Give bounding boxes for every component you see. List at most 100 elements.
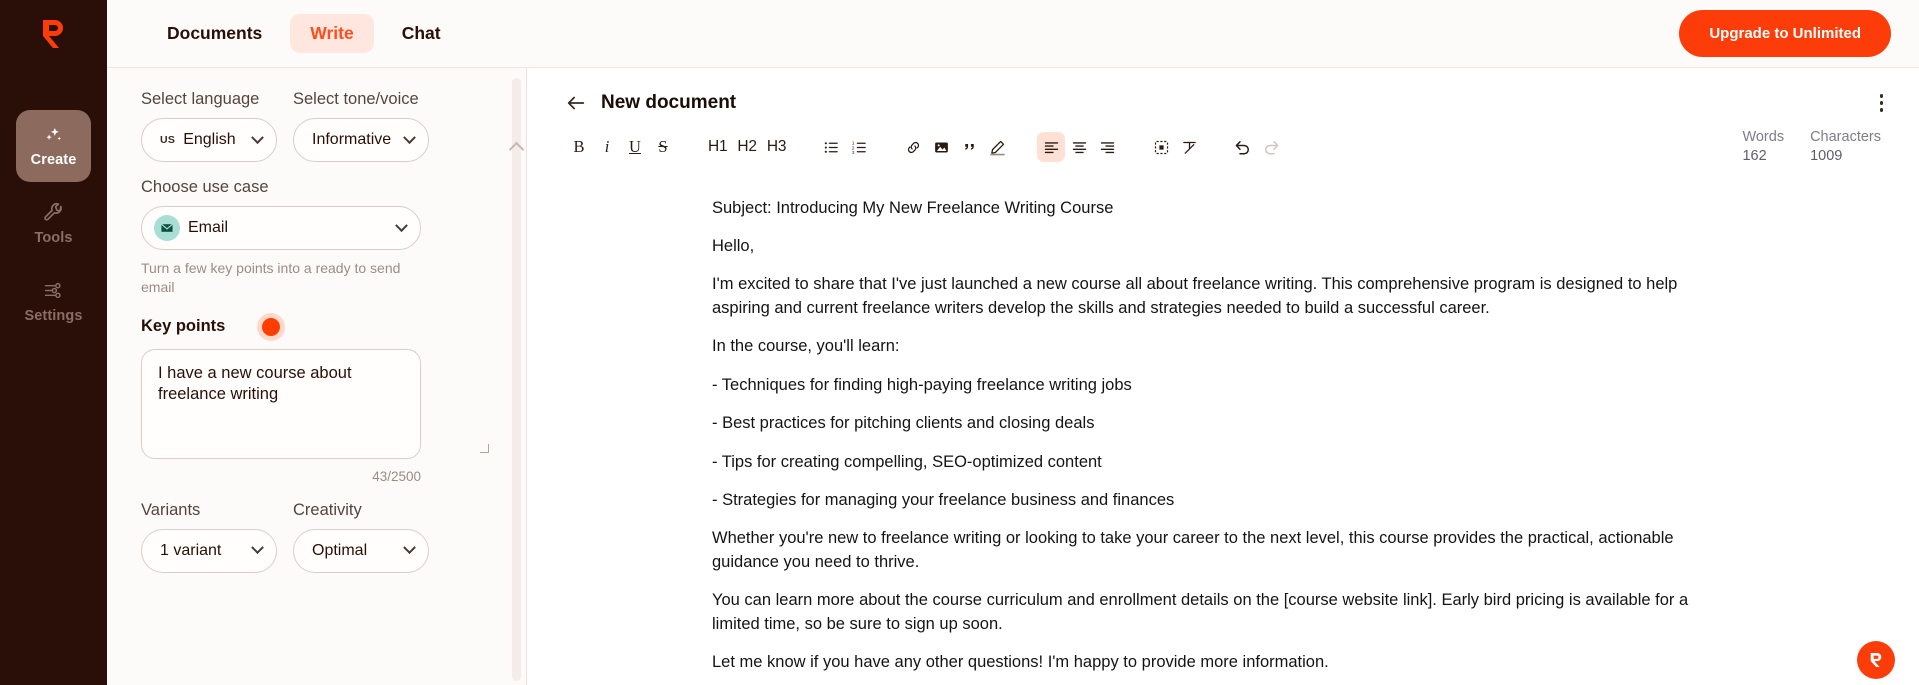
clear-format-button[interactable] [1175,132,1203,162]
document-paragraph: I'm excited to share that I've just laun… [712,275,1678,317]
key-points-input[interactable] [141,348,421,459]
document-paragraph: Let me know if you have any other questi… [712,653,1329,672]
redo-icon [1265,141,1279,155]
heading-2-button[interactable]: H2 [732,132,761,162]
chevron-down-icon [251,541,264,555]
italic-label: i [604,137,610,157]
insert-block-button[interactable] [1147,132,1175,162]
creativity-label: Creativity [293,500,362,519]
language-value: English [183,131,236,148]
blockquote-button[interactable] [955,132,983,162]
bullet-list-button[interactable] [817,132,845,162]
rytr-logo-icon [1870,652,1882,668]
usecase-select[interactable]: Email [141,206,421,250]
heading-1-button[interactable]: H1 [703,132,732,162]
assistant-fab-button[interactable] [1857,641,1895,679]
rail-item-list: Create Tools Settings [0,110,107,338]
creativity-select[interactable]: Optimal [293,528,429,573]
chevron-down-icon [395,218,408,232]
document-paragraph: In the course, you'll learn: [712,337,900,356]
wrench-icon [44,202,62,221]
link-button[interactable] [899,132,927,162]
envelope-icon [154,215,180,241]
variants-value: 1 variant [160,541,222,559]
editor-toolbar: B i U S H1 H2 H3 1 2 3 Words 162 Charact… [527,118,1919,167]
h3-label: H3 [766,138,787,156]
words-label: Words [1742,128,1785,145]
tab-write[interactable]: Write [290,14,374,53]
quote-icon [965,143,974,150]
numbered-list-icon: 123 [851,140,866,155]
heading-3-button[interactable]: H3 [762,132,791,162]
main-area: Documents Write Chat Upgrade to Unlimite… [107,0,1919,685]
page-title: New document [601,91,737,113]
editor-counters: Words 162 Characters 1009 [1742,128,1889,167]
tone-select[interactable]: Informative [293,118,429,162]
tab-chat[interactable]: Chat [382,14,461,53]
us-flag-icon: US [160,134,176,146]
underline-button[interactable]: U [621,132,649,162]
document-paragraph: Subject: Introducing My New Freelance Wr… [712,198,1114,217]
tab-documents[interactable]: Documents [147,14,282,53]
chevron-down-icon [403,541,416,555]
document-content[interactable]: Subject: Introducing My New Freelance Wr… [712,197,1722,685]
italic-button[interactable]: i [593,132,621,162]
usecase-label: Choose use case [141,178,269,196]
sidebar-item-settings[interactable]: Settings [16,266,91,338]
top-bar: Documents Write Chat Upgrade to Unlimite… [107,0,1919,68]
record-indicator-icon[interactable] [257,312,286,341]
strikethrough-button[interactable]: S [649,132,677,162]
sidebar-item-create[interactable]: Create [16,110,91,182]
variants-label: Variants [141,500,201,519]
document-canvas[interactable]: Subject: Introducing My New Freelance Wr… [527,167,1919,685]
app-root: Create Tools Settings Documents Write Ch… [0,0,1919,685]
back-arrow-icon[interactable] [565,92,587,114]
svg-text:3: 3 [851,149,854,155]
strike-label: S [658,137,668,157]
language-tone-row: Select language US English Select tone/v… [141,90,500,162]
h1-label: H1 [708,138,728,156]
panel-scrollbar[interactable] [512,78,521,681]
variants-select[interactable]: 1 variant [141,528,277,573]
key-points-header: Key points [141,312,500,341]
chevron-down-icon [403,130,416,144]
numbered-list-button[interactable]: 123 [845,132,873,162]
dashed-box-icon [1154,140,1168,154]
document-paragraph: - Strategies for managing your freelance… [712,491,1175,509]
sliders-icon [44,282,61,299]
bold-button[interactable]: B [565,132,593,162]
undo-button[interactable] [1229,132,1257,162]
sidebar-item-label: Settings [24,308,83,324]
tone-field: Select tone/voice Informative [293,90,429,162]
primary-nav: Documents Write Chat [147,14,461,53]
align-right-button[interactable] [1093,132,1121,162]
image-button[interactable] [927,132,955,162]
language-select[interactable]: US English [141,118,277,162]
app-logo[interactable] [0,0,107,68]
bullet-list-icon [824,141,838,153]
variants-field: Variants 1 variant [141,501,277,573]
generation-form-panel: Select language US English Select tone/v… [107,68,527,685]
creativity-value: Optimal [312,541,368,559]
usecase-field: Choose use case Email Turn a few key poi… [141,178,500,297]
align-center-button[interactable] [1065,132,1093,162]
sidebar-item-label: Tools [34,230,73,246]
align-right-icon [1100,141,1114,153]
characters-label: Characters [1810,128,1881,145]
align-left-button[interactable] [1037,132,1066,163]
highlight-button[interactable] [983,132,1011,162]
textarea-resize-handle[interactable] [480,443,489,453]
document-paragraph: Whether you're new to freelance writing … [712,529,1674,571]
redo-button[interactable] [1257,132,1285,162]
key-points-wrap [141,348,500,464]
key-points-label: Key points [141,317,226,336]
align-center-icon [1072,141,1086,153]
sidebar-item-tools[interactable]: Tools [16,188,91,260]
document-paragraph: - Best practices for pitching clients an… [712,414,1095,433]
document-editor: New document B i U S H1 H2 H3 1 2 3 Word… [527,68,1919,685]
upgrade-button[interactable]: Upgrade to Unlimited [1679,10,1891,57]
pen-highlight-icon [990,140,1005,155]
sparkles-icon [46,127,62,141]
kebab-menu-icon[interactable] [1874,88,1890,118]
language-field: Select language US English [141,90,277,162]
